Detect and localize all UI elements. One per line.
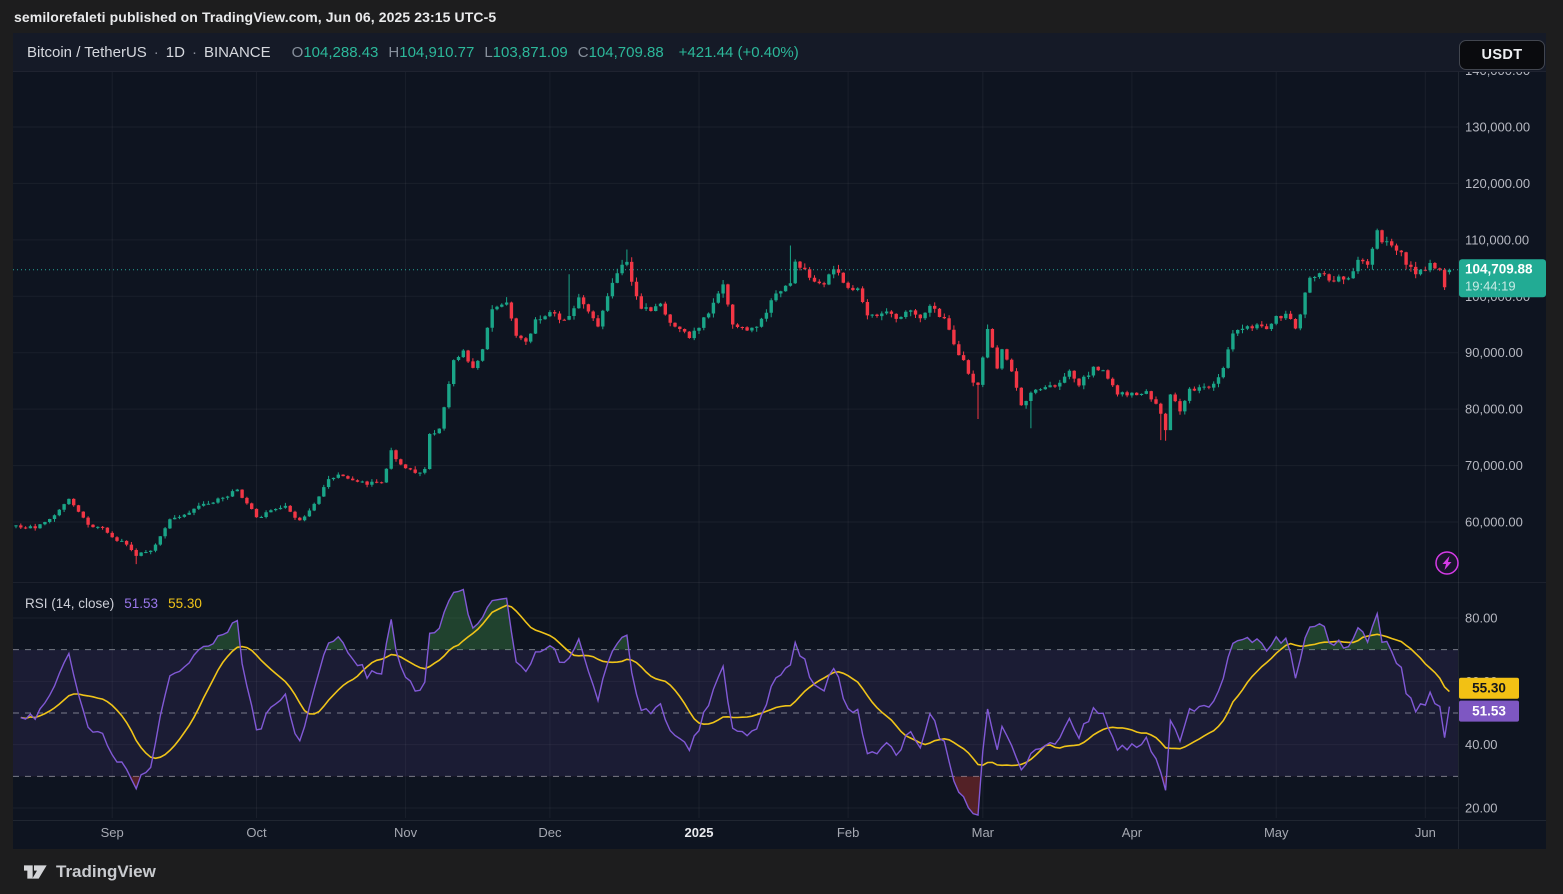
currency-toggle-button[interactable]: USDT [1459,40,1545,70]
flash-icon[interactable] [1436,552,1458,574]
svg-text:104,709.88: 104,709.88 [1465,262,1533,277]
rsi-indicator-title[interactable]: RSI (14, close) [25,596,114,611]
tradingview-logo[interactable]: TradingView [24,862,156,882]
rsi-ma-label: 55.30 [1459,678,1519,699]
svg-text:May: May [1264,825,1289,840]
price-label: 104,709.88 19:44:19 [1459,259,1546,297]
exchange-label: BINANCE [204,44,271,61]
candles-down [19,230,1446,565]
attribution-text: semilorefaleti published on TradingView.… [14,9,496,25]
svg-text:80.00: 80.00 [1465,611,1498,626]
svg-text:20.00: 20.00 [1465,801,1498,816]
rsi-legend: RSI (14, close) 51.53 55.30 [25,596,202,611]
footer-bar: TradingView [0,849,1563,894]
open-label: O [292,44,304,61]
ohlc-readout: O104,288.43 H104,910.77 L103,871.09 C104… [292,44,664,61]
svg-text:55.30: 55.30 [1472,681,1506,696]
close-value: 104,709.88 [589,44,664,61]
svg-text:60,000.00: 60,000.00 [1465,515,1523,530]
svg-text:Jun: Jun [1415,825,1436,840]
rsi-value: 51.53 [124,596,158,611]
svg-text:110,000.00: 110,000.00 [1465,232,1529,247]
svg-text:Oct: Oct [246,825,267,840]
open-value: 104,288.43 [303,44,378,61]
svg-text:Mar: Mar [972,825,995,840]
change-readout: +421.44 (+0.40%) [679,44,799,61]
low-value: 103,871.09 [493,44,568,61]
svg-text:Feb: Feb [837,825,859,840]
interval-label[interactable]: 1D [166,44,185,61]
tradingview-logo-mark [24,862,48,882]
svg-text:Sep: Sep [101,825,124,840]
low-label: L [484,44,492,61]
symbol-title[interactable]: Bitcoin / TetherUS [27,44,147,61]
chart-canvas[interactable]: 140,000.00130,000.00120,000.00110,000.00… [13,33,1546,849]
high-value: 104,910.77 [399,44,474,61]
separator-dot: · [192,44,197,61]
svg-text:90,000.00: 90,000.00 [1465,345,1523,360]
svg-text:Apr: Apr [1122,825,1143,840]
high-label: H [388,44,399,61]
tradingview-snapshot: semilorefaleti published on TradingView.… [0,0,1563,894]
tradingview-wordmark: TradingView [56,862,156,882]
chart-header: Bitcoin / TetherUS · 1D · BINANCE O104,2… [13,33,1546,72]
chart-region: 140,000.00130,000.00120,000.00110,000.00… [13,33,1546,849]
svg-text:120,000.00: 120,000.00 [1465,176,1530,191]
rsi-ma-value: 55.30 [168,596,202,611]
svg-text:80,000.00: 80,000.00 [1465,402,1523,417]
time-scale-labels[interactable]: Sep Oct Nov Dec 2025 Feb Mar Apr May Jun [101,825,1436,840]
svg-text:Dec: Dec [538,825,562,840]
svg-text:51.53: 51.53 [1472,704,1506,719]
svg-text:130,000.00: 130,000.00 [1465,120,1530,135]
attribution-bar: semilorefaleti published on TradingView.… [0,0,1563,33]
svg-text:70,000.00: 70,000.00 [1465,458,1523,473]
svg-text:Nov: Nov [394,825,418,840]
svg-text:19:44:19: 19:44:19 [1465,279,1516,294]
rsi-value-label: 51.53 [1459,701,1519,722]
svg-text:40.00: 40.00 [1465,737,1498,752]
svg-text:2025: 2025 [685,825,714,840]
close-label: C [578,44,589,61]
candles-up [14,229,1451,557]
separator-dot: · [154,44,159,61]
